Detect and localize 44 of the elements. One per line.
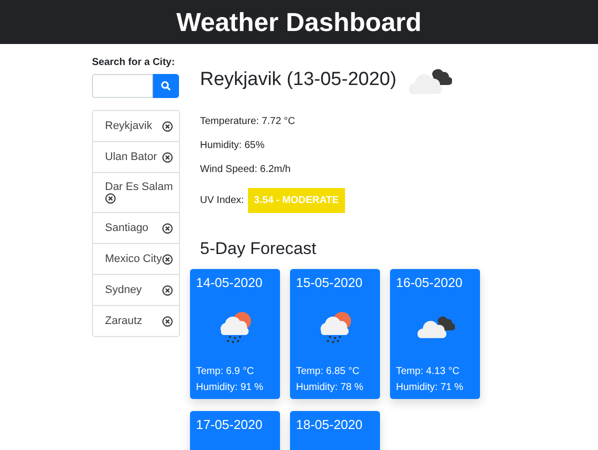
city-name: Santiago (105, 222, 148, 234)
remove-icon[interactable] (162, 120, 173, 132)
city-name: Ulan Bator (105, 151, 157, 163)
forecast-temp: Temp: 4.13 °C (396, 366, 460, 377)
remove-icon[interactable] (162, 284, 173, 296)
city-name: Sydney (105, 284, 142, 296)
forecast-date: 14-05-2020 (196, 275, 264, 290)
city-history-item[interactable]: Dar Es Salam (93, 173, 179, 213)
page-title: Weather Dashboard (176, 6, 422, 38)
city-history-item[interactable]: Sydney (93, 275, 179, 306)
forecast-date: 17-05-2020 (196, 417, 264, 432)
forecast-temp: Temp: 6.85 °C (296, 366, 360, 377)
forecast-date: 16-05-2020 (396, 275, 464, 290)
forecast-date: 15-05-2020 (296, 275, 364, 290)
remove-icon[interactable] (162, 222, 173, 234)
forecast-title: 5-Day Forecast (200, 239, 318, 259)
forecast-temp: Temp: 6.9 °C (196, 366, 255, 377)
remove-icon[interactable] (105, 193, 116, 204)
uv-index-badge: 3.54 - MODERATE (248, 188, 345, 213)
city-history-item[interactable]: Ulan Bator (93, 142, 179, 173)
wind-speed-text: Wind Speed: 6.2m/h (200, 164, 292, 175)
search-icon (161, 81, 171, 91)
city-name: Mexico City (105, 253, 162, 265)
city-history-item[interactable]: Santiago (93, 213, 179, 244)
search-label: Search for a City: (92, 57, 176, 68)
uv-index-label: UV Index: (200, 195, 244, 206)
city-search-field[interactable] (92, 74, 153, 98)
city-name: Dar Es Salam (105, 181, 173, 193)
forecast-date: 18-05-2020 (296, 417, 364, 432)
remove-icon[interactable] (162, 254, 173, 264)
remove-icon[interactable] (162, 152, 173, 162)
forecast-humidity: Humidity: 91 % (196, 382, 264, 393)
temperature-text: Temperature: 7.72 °C (200, 116, 296, 127)
city-history-item[interactable]: Zarautz (93, 306, 179, 336)
forecast-humidity: Humidity: 78 % (296, 382, 364, 393)
search-button[interactable] (153, 74, 179, 98)
city-name: Reykjavik (105, 120, 152, 132)
city-history-item[interactable]: Reykjavik (93, 111, 179, 142)
forecast-humidity: Humidity: 71 % (396, 382, 464, 393)
humidity-text: Humidity: 65% (200, 140, 266, 151)
current-city-title: Reykjavik (13-05-2020) (200, 69, 396, 91)
city-history-item[interactable]: Mexico City (93, 244, 179, 275)
remove-icon[interactable] (162, 316, 173, 326)
city-name: Zarautz (105, 315, 142, 327)
